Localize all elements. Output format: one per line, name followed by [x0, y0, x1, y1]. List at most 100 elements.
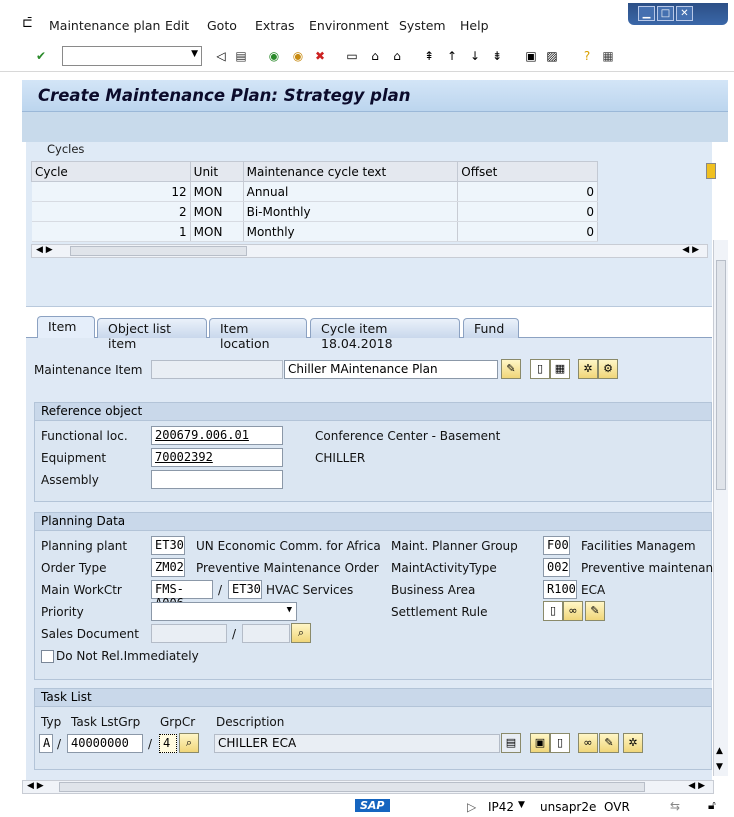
- offset-cell[interactable]: 0: [457, 221, 598, 242]
- page-horizontal-scrollbar[interactable]: ◀ ▶ ◀ ▶: [22, 780, 714, 794]
- scroll-left-icon[interactable]: ◀ ▶: [27, 781, 44, 791]
- functional-loc-field[interactable]: 200679.006.01: [151, 426, 283, 445]
- column-header[interactable]: Unit: [189, 161, 244, 182]
- task-description-field[interactable]: CHILLER ECA: [214, 734, 500, 753]
- next-page-icon[interactable]: ↓: [466, 47, 484, 65]
- menu-maintenance-plan[interactable]: Maintenance plan: [49, 18, 160, 33]
- planner-group-field[interactable]: F00: [543, 536, 570, 555]
- scroll-left-icon[interactable]: ◀ ▶: [36, 245, 53, 255]
- binoculars-icon[interactable]: ⌕: [179, 733, 199, 753]
- settings-tool-icon[interactable]: ✲: [578, 359, 598, 379]
- unit-cell[interactable]: MON: [190, 221, 244, 242]
- binoculars-icon[interactable]: ⌕: [291, 623, 311, 643]
- scheduling-icon[interactable]: ⚙: [598, 359, 618, 379]
- unit-cell[interactable]: MON: [190, 181, 244, 202]
- menu-environment[interactable]: Environment: [309, 18, 389, 33]
- create-settlement-icon[interactable]: ▯: [543, 601, 563, 621]
- command-field[interactable]: ▼: [62, 46, 202, 66]
- table-row[interactable]: 2 MON Bi-Monthly 0: [31, 201, 598, 222]
- display-document-icon[interactable]: ▦: [550, 359, 570, 379]
- task-list-tool-icon[interactable]: ✲: [623, 733, 643, 753]
- find-icon[interactable]: ⌂: [366, 47, 384, 65]
- tab-cycle-item[interactable]: Cycle item 18.04.2018: [310, 318, 460, 351]
- cycle-cell[interactable]: 1: [31, 221, 191, 242]
- menu-system[interactable]: System: [399, 18, 446, 33]
- column-header[interactable]: Maintenance cycle text: [242, 161, 459, 182]
- scroll-down-icon[interactable]: ▼: [716, 762, 723, 772]
- menu-extras[interactable]: Extras: [255, 18, 295, 33]
- column-header[interactable]: Offset: [457, 161, 598, 182]
- back-icon[interactable]: ◉: [265, 47, 283, 65]
- main-workctr-field[interactable]: FMS-A006: [151, 580, 213, 610]
- enter-check-icon[interactable]: ✔: [32, 47, 50, 65]
- table-row[interactable]: 1 MON Monthly 0: [31, 221, 598, 242]
- column-header[interactable]: Cycle: [31, 161, 191, 182]
- find-next-icon[interactable]: ⌂: [388, 47, 406, 65]
- chevron-down-icon[interactable]: ▼: [287, 605, 292, 615]
- menu-help[interactable]: Help: [460, 18, 489, 33]
- create-task-list-icon[interactable]: ▯: [550, 733, 570, 753]
- unit-cell[interactable]: MON: [190, 201, 244, 222]
- task-lstgrp-field[interactable]: 40000000: [67, 734, 143, 753]
- previous-page-icon[interactable]: ↑: [443, 47, 461, 65]
- scrollbar-thumb[interactable]: [59, 782, 645, 792]
- cycle-text-cell[interactable]: Bi-Monthly: [243, 201, 459, 222]
- cancel-icon[interactable]: ✖: [311, 47, 329, 65]
- new-session-icon[interactable]: ▣: [522, 47, 540, 65]
- create-document-icon[interactable]: ▯: [530, 359, 550, 379]
- tab-item-location[interactable]: Item location: [209, 318, 307, 351]
- status-expand-icon[interactable]: ▷: [467, 800, 476, 814]
- sales-document-item-field[interactable]: [242, 624, 290, 643]
- chevron-down-icon[interactable]: ▼: [191, 49, 198, 59]
- business-area-field[interactable]: R100: [543, 580, 577, 599]
- table-row[interactable]: 12 MON Annual 0: [31, 181, 598, 202]
- print-icon[interactable]: ▭: [343, 47, 361, 65]
- order-type-field[interactable]: ZM02: [151, 558, 185, 577]
- long-text-icon[interactable]: ✎: [501, 359, 521, 379]
- edit-pencil-icon[interactable]: ✎: [585, 601, 605, 621]
- activity-type-field[interactable]: 002: [543, 558, 570, 577]
- menu-goto[interactable]: Goto: [207, 18, 237, 33]
- grpcr-field[interactable]: 4: [159, 734, 177, 753]
- cycle-cell[interactable]: 2: [31, 201, 191, 222]
- minimize-icon[interactable]: ▁: [638, 6, 655, 21]
- last-page-icon[interactable]: ⇟: [488, 47, 506, 65]
- vertical-scrollbar[interactable]: ▲ ▼: [713, 240, 728, 776]
- scroll-up-icon[interactable]: ▲: [716, 746, 723, 756]
- first-page-icon[interactable]: ⇞: [420, 47, 438, 65]
- description-longtext-icon[interactable]: ▤: [501, 733, 521, 753]
- cycle-text-cell[interactable]: Monthly: [243, 221, 459, 242]
- scroll-right-icon[interactable]: ◀ ▶: [682, 245, 699, 255]
- priority-select[interactable]: ▼: [151, 602, 297, 621]
- display-task-list-icon[interactable]: ∞: [578, 733, 598, 753]
- window-menu-icon[interactable]: ⊏̄: [22, 16, 33, 31]
- shortcut-icon[interactable]: ▨: [543, 47, 561, 65]
- do-not-rel-checkbox[interactable]: [41, 650, 54, 663]
- tab-item[interactable]: Item: [37, 316, 95, 338]
- maintenance-item-text-field[interactable]: Chiller MAintenance Plan: [284, 360, 498, 379]
- help-icon[interactable]: ?: [578, 47, 596, 65]
- offset-cell[interactable]: 0: [457, 181, 598, 202]
- scrollbar-thumb[interactable]: [70, 246, 247, 256]
- lock-icon[interactable]: 🔓︎: [708, 798, 716, 813]
- sales-document-field[interactable]: [151, 624, 227, 643]
- maintenance-item-field[interactable]: [151, 360, 283, 379]
- layout-menu-icon[interactable]: ▦: [599, 47, 617, 65]
- tab-object-list-item[interactable]: Object list item: [97, 318, 207, 351]
- equipment-field[interactable]: 70002392: [151, 448, 283, 467]
- typ-field[interactable]: A: [39, 734, 53, 753]
- back-arrow-icon[interactable]: ◁: [212, 47, 230, 65]
- exit-icon[interactable]: ◉: [289, 47, 307, 65]
- tab-fund[interactable]: Fund: [463, 318, 519, 338]
- settlement-glasses-icon[interactable]: ∞: [563, 601, 583, 621]
- planning-plant-field[interactable]: ET30: [151, 536, 185, 555]
- menu-edit[interactable]: Edit: [165, 18, 189, 33]
- scroll-right-icon[interactable]: ◀ ▶: [688, 781, 705, 791]
- offset-cell[interactable]: 0: [457, 201, 598, 222]
- chevron-down-icon[interactable]: ▼: [518, 800, 525, 810]
- scrollbar-thumb[interactable]: [716, 260, 726, 490]
- assembly-field[interactable]: [151, 470, 283, 489]
- close-icon[interactable]: ✕: [676, 6, 693, 21]
- save-icon[interactable]: ▤: [232, 47, 250, 65]
- main-workctr-plant-field[interactable]: ET30: [228, 580, 262, 599]
